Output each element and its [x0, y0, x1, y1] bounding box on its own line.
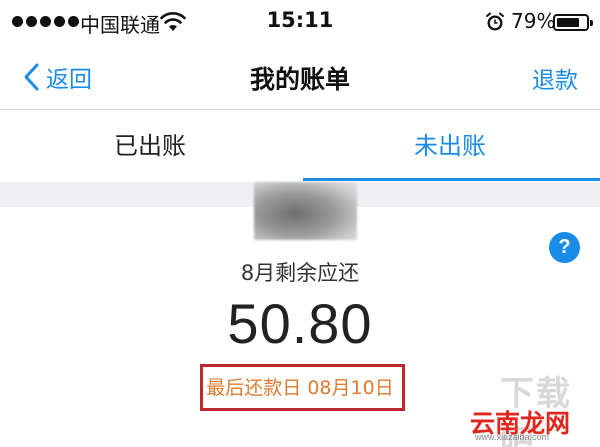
- battery-percent: 79%: [511, 9, 556, 33]
- tab-billed[interactable]: 已出账: [0, 111, 300, 182]
- status-time: 15:11: [266, 8, 334, 32]
- alarm-icon: [486, 12, 504, 31]
- remaining-due-label: 8月剩余应还: [240, 261, 360, 285]
- wifi-icon: [160, 12, 186, 31]
- status-bar: 中国联通 15:11 79%: [0, 0, 600, 46]
- avatar: [254, 182, 357, 240]
- signal-dots-icon: [12, 16, 79, 27]
- carrier-name: 中国联通: [80, 13, 160, 37]
- chevron-left-icon: [24, 63, 39, 91]
- battery-icon: [553, 14, 593, 31]
- back-button[interactable]: 返回: [22, 60, 92, 94]
- active-tab-indicator: [303, 178, 600, 181]
- back-label: 返回: [46, 67, 92, 93]
- tab-unbilled[interactable]: 未出账: [300, 111, 600, 182]
- refund-button[interactable]: 退款: [532, 61, 578, 95]
- bill-tabs: 已出账 未出账: [0, 111, 600, 182]
- watermark-url: www.xiazaiba.com: [475, 432, 550, 442]
- battery-fill: [557, 18, 579, 27]
- amount-due: 50.80: [227, 292, 373, 355]
- nav-bar: 返回 我的账单 退款: [0, 46, 600, 110]
- due-date-highlight: [200, 364, 405, 411]
